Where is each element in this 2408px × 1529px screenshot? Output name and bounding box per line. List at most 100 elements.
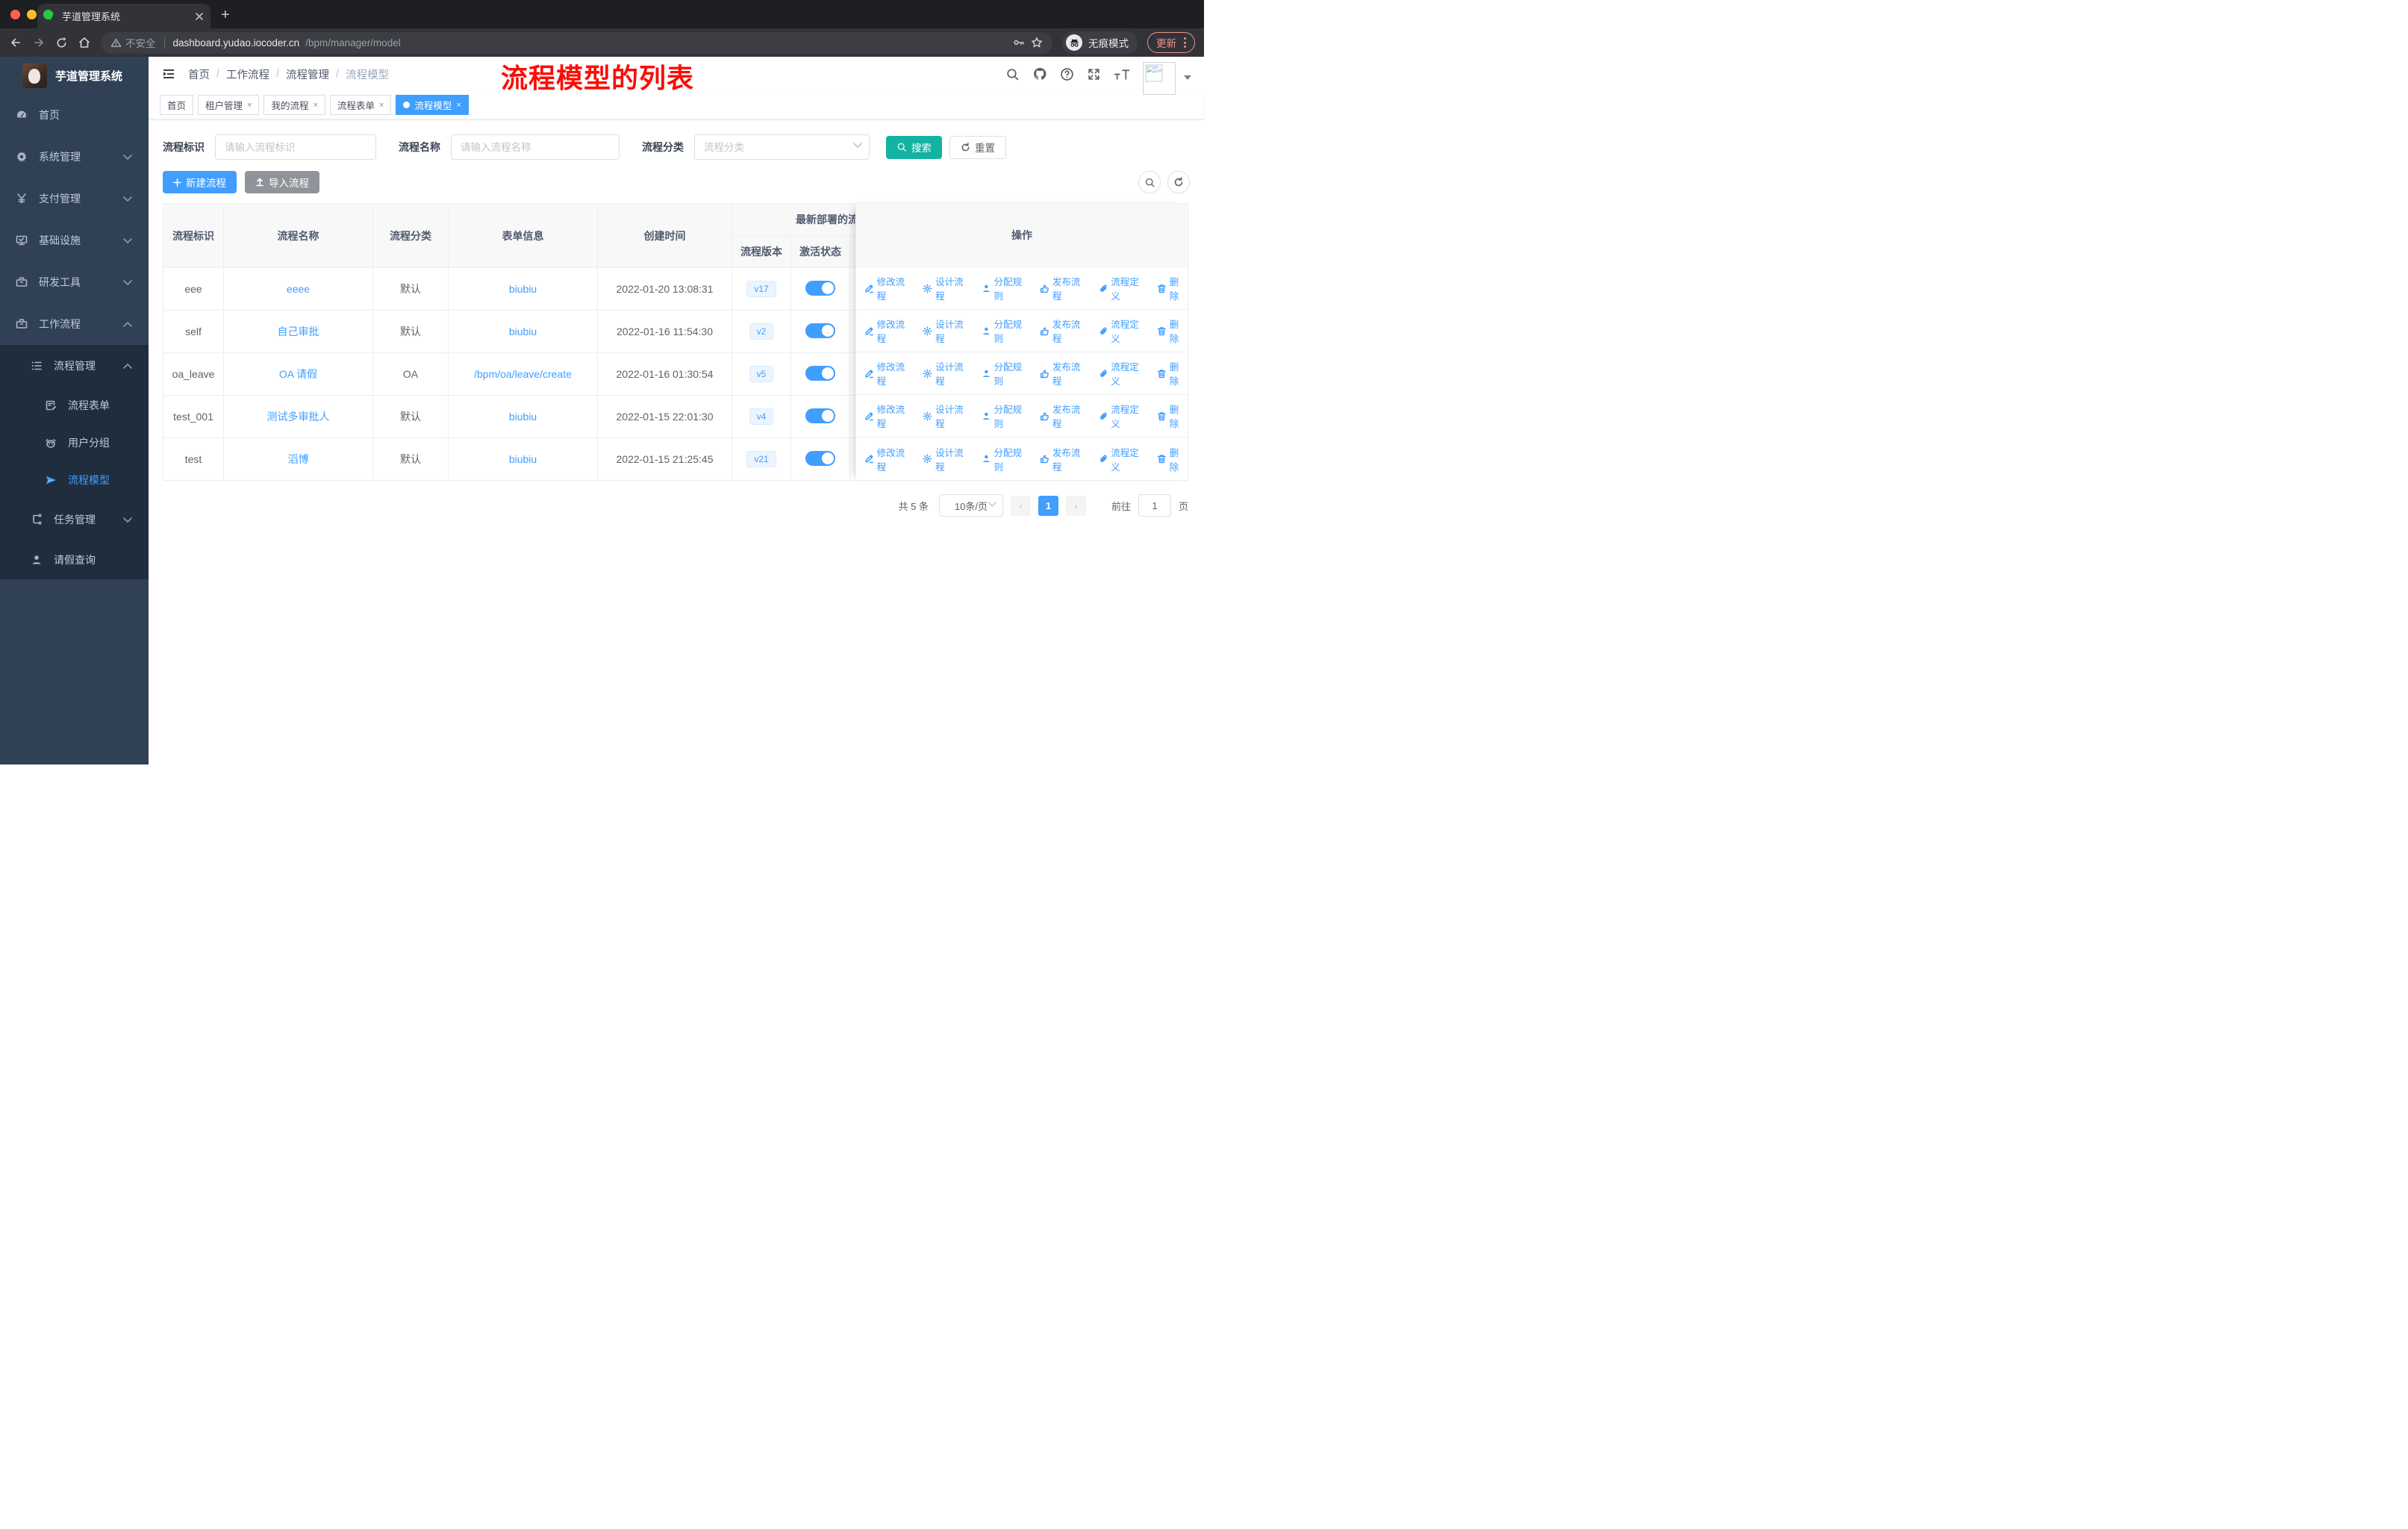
active-toggle[interactable] <box>805 408 835 423</box>
action-edit-link[interactable]: 修改流程 <box>864 317 913 345</box>
process-name-link[interactable]: 测试多审批人 <box>267 411 330 423</box>
browser-tab[interactable]: 芋道管理系统 <box>37 4 210 28</box>
action-cog-link[interactable]: 设计流程 <box>923 445 971 473</box>
not-secure-badge[interactable]: 不安全 <box>110 35 156 50</box>
action-trash-link[interactable]: 删除 <box>1157 445 1188 473</box>
action-edit-link[interactable]: 修改流程 <box>864 359 913 387</box>
sidebar-item-process-model[interactable]: 流程模型 <box>0 461 149 499</box>
action-clip-link[interactable]: 流程定义 <box>1099 402 1147 430</box>
create-process-button[interactable]: 新建流程 <box>163 171 237 193</box>
active-toggle[interactable] <box>805 280 835 296</box>
search-icon[interactable] <box>1005 67 1020 81</box>
action-hand-link[interactable]: 发布流程 <box>1040 317 1088 345</box>
action-cog-link[interactable]: 设计流程 <box>923 402 971 430</box>
tag-close-icon[interactable]: × <box>247 101 252 110</box>
refresh-table-button[interactable] <box>1167 171 1190 193</box>
sidebar-fold-icon[interactable] <box>161 66 176 81</box>
process-name-link[interactable]: 滔博 <box>288 453 309 465</box>
action-edit-link[interactable]: 修改流程 <box>864 274 913 302</box>
process-name-input[interactable] <box>451 134 620 160</box>
toggle-search-button[interactable] <box>1138 171 1161 193</box>
process-name-link[interactable]: 自己审批 <box>278 326 319 337</box>
action-trash-link[interactable]: 删除 <box>1157 317 1188 345</box>
action-cog-link[interactable]: 设计流程 <box>923 359 971 387</box>
action-hand-link[interactable]: 发布流程 <box>1040 274 1088 302</box>
action-clip-link[interactable]: 流程定义 <box>1099 274 1147 302</box>
sidebar-item-user-group[interactable]: 用户分组 <box>0 424 149 461</box>
form-info-link[interactable]: biubiu <box>509 326 537 337</box>
reset-button[interactable]: 重置 <box>949 135 1006 159</box>
active-toggle[interactable] <box>805 323 835 338</box>
action-clip-link[interactable]: 流程定义 <box>1099 317 1147 345</box>
action-trash-link[interactable]: 删除 <box>1157 274 1188 302</box>
avatar[interactable] <box>1143 62 1176 95</box>
sidebar-item-payment[interactable]: 支付管理 <box>0 178 149 219</box>
url-bar[interactable]: 不安全 dashboard.yudao.iocoder.cn/bpm/manag… <box>101 31 1052 54</box>
sidebar-item-process-mgmt[interactable]: 流程管理 <box>0 345 149 387</box>
sidebar-item-task-mgmt[interactable]: 任务管理 <box>0 499 149 541</box>
page-size-select[interactable]: 10条/页 <box>938 494 1003 517</box>
breadcrumb-workflow[interactable]: 工作流程 <box>226 66 269 82</box>
tag-close-icon[interactable]: × <box>456 101 461 110</box>
action-hand-link[interactable]: 发布流程 <box>1040 445 1088 473</box>
browser-menu-dots-icon[interactable] <box>1184 37 1186 48</box>
form-info-link[interactable]: biubiu <box>509 411 537 423</box>
process-name-link[interactable]: OA 请假 <box>279 368 317 380</box>
action-cog-link[interactable]: 设计流程 <box>923 274 971 302</box>
breadcrumb-home[interactable]: 首页 <box>188 66 210 82</box>
active-toggle[interactable] <box>805 365 835 381</box>
forward-icon[interactable] <box>32 36 46 49</box>
form-info-link[interactable]: biubiu <box>509 283 537 295</box>
page-1-button[interactable]: 1 <box>1038 495 1058 516</box>
font-size-icon[interactable] <box>1114 67 1130 81</box>
tag-close-icon[interactable]: × <box>313 101 317 110</box>
process-category-select-input[interactable] <box>694 134 870 160</box>
process-id-input[interactable] <box>215 134 376 160</box>
window-minimize-button[interactable] <box>27 10 37 19</box>
import-process-button[interactable]: 导入流程 <box>245 171 319 193</box>
sidebar-item-devtools[interactable]: 研发工具 <box>0 261 149 303</box>
sidebar-item-leave-query[interactable]: 请假查询 <box>0 541 149 579</box>
new-tab-button[interactable]: + <box>221 7 230 24</box>
tag-流程表单[interactable]: 流程表单 × <box>329 95 392 115</box>
action-edit-link[interactable]: 修改流程 <box>864 445 913 473</box>
tag-我的流程[interactable]: 我的流程 × <box>263 95 325 115</box>
action-person-link[interactable]: 分配规则 <box>982 445 1030 473</box>
breadcrumb-process-mgmt[interactable]: 流程管理 <box>286 66 329 82</box>
help-icon[interactable] <box>1060 67 1074 81</box>
tag-流程模型[interactable]: 流程模型 × <box>396 95 469 115</box>
sidebar-item-infra[interactable]: 基础设施 <box>0 219 149 261</box>
back-icon[interactable] <box>9 36 22 49</box>
form-info-link[interactable]: biubiu <box>509 453 537 465</box>
sidebar-item-process-form[interactable]: 流程表单 <box>0 387 149 424</box>
sidebar-item-system[interactable]: 系统管理 <box>0 136 149 178</box>
window-zoom-button[interactable] <box>43 10 53 19</box>
action-trash-link[interactable]: 删除 <box>1157 359 1188 387</box>
window-close-button[interactable] <box>10 10 20 19</box>
home-icon[interactable] <box>78 36 91 49</box>
goto-page-input[interactable] <box>1138 494 1171 517</box>
process-name-link[interactable]: eeee <box>287 283 310 295</box>
search-button[interactable]: 搜索 <box>886 135 942 159</box>
active-toggle[interactable] <box>805 450 835 466</box>
action-trash-link[interactable]: 删除 <box>1157 402 1188 430</box>
key-icon[interactable] <box>1013 37 1025 49</box>
sidebar-item-workflow[interactable]: 工作流程 <box>0 303 149 345</box>
prev-page-button[interactable]: ‹ <box>1010 495 1031 516</box>
action-edit-link[interactable]: 修改流程 <box>864 402 913 430</box>
action-hand-link[interactable]: 发布流程 <box>1040 359 1088 387</box>
browser-menu-update-button[interactable]: 更新 <box>1147 32 1195 53</box>
action-person-link[interactable]: 分配规则 <box>982 359 1030 387</box>
window-controls[interactable] <box>10 10 53 19</box>
action-person-link[interactable]: 分配规则 <box>982 402 1030 430</box>
tag-首页[interactable]: 首页 <box>160 95 194 115</box>
process-category-select[interactable] <box>694 134 870 160</box>
bookmark-star-icon[interactable] <box>1031 37 1043 49</box>
fullscreen-icon[interactable] <box>1087 67 1101 81</box>
reload-icon[interactable] <box>55 37 68 49</box>
action-hand-link[interactable]: 发布流程 <box>1040 402 1088 430</box>
action-cog-link[interactable]: 设计流程 <box>923 317 971 345</box>
action-clip-link[interactable]: 流程定义 <box>1099 445 1147 473</box>
tag-租户管理[interactable]: 租户管理 × <box>198 95 260 115</box>
action-person-link[interactable]: 分配规则 <box>982 274 1030 302</box>
